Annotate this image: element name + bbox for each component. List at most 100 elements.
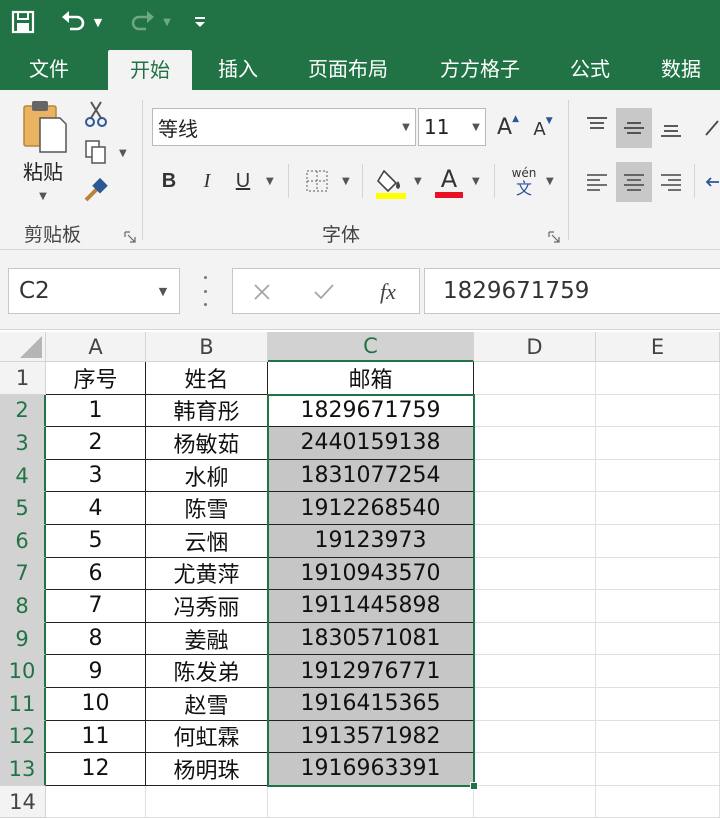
cell-c3[interactable]: 2440159138 xyxy=(268,427,474,460)
cell-e13[interactable] xyxy=(596,753,720,786)
tab-ffcell[interactable]: 方方格子 xyxy=(428,44,532,90)
cell-b8[interactable]: 冯秀丽 xyxy=(146,590,268,623)
save-icon[interactable] xyxy=(8,0,38,44)
font-color-button[interactable]: A xyxy=(432,164,466,200)
increase-font-button[interactable]: A ▲ xyxy=(492,110,524,144)
cell-c10[interactable]: 1912976771 xyxy=(268,655,474,688)
cell-a4[interactable]: 3 xyxy=(46,459,146,493)
cell-d1[interactable] xyxy=(474,362,596,395)
cell-e8[interactable] xyxy=(596,590,720,623)
cell-e6[interactable] xyxy=(596,525,720,558)
copy-button[interactable] xyxy=(80,136,112,168)
cell-a5[interactable]: 4 xyxy=(46,492,146,525)
format-painter-button[interactable] xyxy=(80,174,112,206)
cell-a10[interactable]: 9 xyxy=(46,655,146,688)
decrease-font-button[interactable]: A ▼ xyxy=(528,112,558,146)
row-header-2[interactable]: 2 xyxy=(0,394,46,428)
column-header-c[interactable]: C xyxy=(268,332,474,362)
tab-file[interactable]: 文件 xyxy=(18,44,80,90)
cell-a14[interactable] xyxy=(46,785,146,818)
font-name-combobox[interactable]: 等线 ▼ xyxy=(152,108,416,146)
cell-a11[interactable]: 10 xyxy=(46,688,146,721)
cell-a1[interactable]: 序号 xyxy=(46,362,146,395)
cell-d2[interactable] xyxy=(474,394,596,428)
customize-toolbar-icon[interactable] xyxy=(190,0,210,44)
cell-d4[interactable] xyxy=(474,459,596,493)
cut-button[interactable] xyxy=(80,98,112,130)
insert-function-icon[interactable]: fx xyxy=(371,275,405,309)
cell-e5[interactable] xyxy=(596,492,720,525)
row-header-3[interactable]: 3 xyxy=(0,427,46,460)
cell-e9[interactable] xyxy=(596,622,720,656)
cell-c5[interactable]: 1912268540 xyxy=(268,492,474,525)
row-header-1[interactable]: 1 xyxy=(0,362,46,395)
formula-bar-grip-icon[interactable] xyxy=(202,276,208,306)
cell-c4[interactable]: 1831077254 xyxy=(268,459,474,493)
row-header-4[interactable]: 4 xyxy=(0,459,46,493)
font-color-dropdown-icon[interactable]: ▼ xyxy=(472,176,480,187)
cell-c8[interactable]: 1911445898 xyxy=(268,590,474,623)
cell-e4[interactable] xyxy=(596,459,720,493)
cell-a9[interactable]: 8 xyxy=(46,622,146,656)
cell-a13[interactable]: 12 xyxy=(46,753,146,786)
formula-input[interactable]: 1829671759 xyxy=(424,268,720,314)
cell-e3[interactable] xyxy=(596,427,720,460)
cell-c11[interactable]: 1916415365 xyxy=(268,688,474,721)
cell-b5[interactable]: 陈雪 xyxy=(146,492,268,525)
middle-align-button[interactable] xyxy=(616,108,652,148)
cell-e11[interactable] xyxy=(596,688,720,721)
cell-d9[interactable] xyxy=(474,622,596,656)
cell-b9[interactable]: 姜融 xyxy=(146,622,268,656)
cell-b3[interactable]: 杨敏茹 xyxy=(146,427,268,460)
cell-d7[interactable] xyxy=(474,557,596,591)
row-header-10[interactable]: 10 xyxy=(0,655,46,688)
cell-d8[interactable] xyxy=(474,590,596,623)
cell-c14[interactable] xyxy=(268,785,474,818)
cell-b14[interactable] xyxy=(146,785,268,818)
cell-e1[interactable] xyxy=(596,362,720,395)
phonetic-button[interactable]: wén 文 xyxy=(506,164,542,200)
cell-a3[interactable]: 2 xyxy=(46,427,146,460)
name-box[interactable]: C2 ▼ xyxy=(8,268,180,314)
cell-d5[interactable] xyxy=(474,492,596,525)
fill-handle[interactable] xyxy=(470,781,478,790)
cell-c9[interactable]: 1830571081 xyxy=(268,622,474,656)
row-header-12[interactable]: 12 xyxy=(0,720,46,754)
worksheet-grid[interactable]: A B C D E 1 序号 姓名 邮箱 2 1 韩育彤 1829671759 3 2 杨敏茹 24401591… xyxy=(0,332,720,818)
bottom-align-button[interactable] xyxy=(654,112,688,146)
tab-home[interactable]: 开始 xyxy=(108,50,192,90)
font-size-combobox[interactable]: 11 ▼ xyxy=(418,108,486,146)
cell-c7[interactable]: 1910943570 xyxy=(268,557,474,591)
cell-e14[interactable] xyxy=(596,785,720,818)
tab-data[interactable]: 数据 xyxy=(648,44,714,90)
enter-icon[interactable] xyxy=(309,277,339,307)
column-header-d[interactable]: D xyxy=(474,332,596,362)
row-header-6[interactable]: 6 xyxy=(0,525,46,558)
row-header-7[interactable]: 7 xyxy=(0,557,46,591)
underline-button[interactable]: U xyxy=(230,164,256,198)
cell-c6[interactable]: 19123973 xyxy=(268,525,474,558)
tab-formulas[interactable]: 公式 xyxy=(558,44,622,90)
row-header-11[interactable]: 11 xyxy=(0,688,46,721)
cell-b7[interactable]: 尤黄萍 xyxy=(146,557,268,591)
cell-b13[interactable]: 杨明珠 xyxy=(146,753,268,786)
cell-d6[interactable] xyxy=(474,525,596,558)
cell-c1[interactable]: 邮箱 xyxy=(268,362,474,395)
column-header-b[interactable]: B xyxy=(146,332,268,362)
cell-b12[interactable]: 何虹霖 xyxy=(146,720,268,754)
select-all-corner[interactable] xyxy=(0,332,46,362)
cell-e10[interactable] xyxy=(596,655,720,688)
borders-button[interactable] xyxy=(302,166,332,196)
cell-a7[interactable]: 6 xyxy=(46,557,146,591)
row-header-9[interactable]: 9 xyxy=(0,622,46,656)
column-header-a[interactable]: A xyxy=(46,332,146,362)
cell-c13[interactable]: 1916963391 xyxy=(268,753,474,786)
cell-a8[interactable]: 7 xyxy=(46,590,146,623)
cell-b10[interactable]: 陈发弟 xyxy=(146,655,268,688)
phonetic-dropdown-icon[interactable]: ▼ xyxy=(546,176,554,187)
row-header-13[interactable]: 13 xyxy=(0,753,46,786)
cell-c12[interactable]: 1913571982 xyxy=(268,720,474,754)
borders-dropdown-icon[interactable]: ▼ xyxy=(342,176,350,187)
cell-a6[interactable]: 5 xyxy=(46,525,146,558)
cell-a12[interactable]: 11 xyxy=(46,720,146,754)
